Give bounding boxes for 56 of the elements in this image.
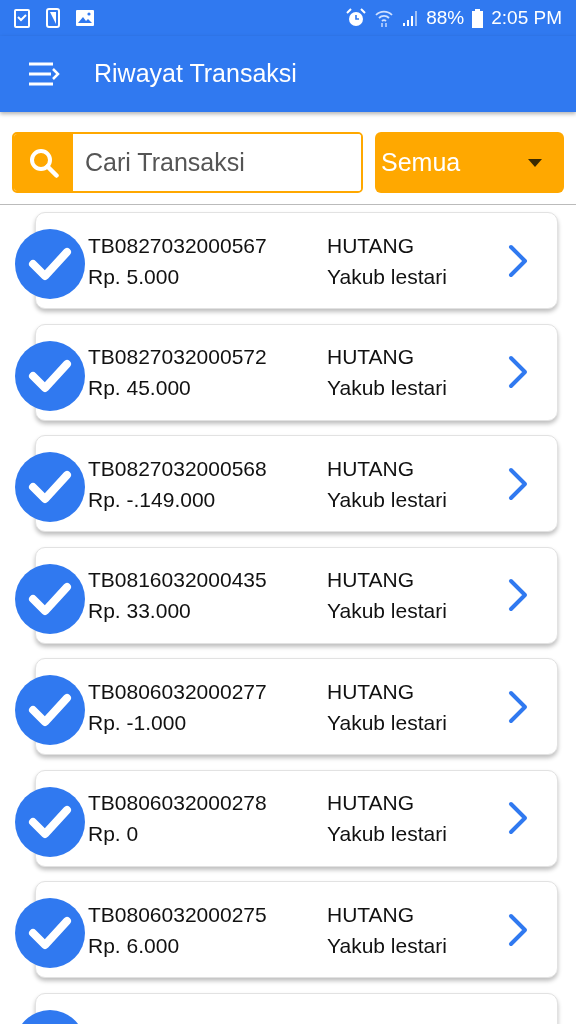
transaction-amount: Rp. 33.000 — [88, 598, 191, 624]
customer-name: Yakub lestari — [327, 263, 447, 290]
task-notification-icon — [14, 8, 30, 28]
transaction-amount: Rp. 45.000 — [88, 375, 191, 401]
transaction-code: TB0806032000278 — [88, 790, 267, 816]
wifi-icon — [374, 9, 395, 27]
transaction-type: HUTANG — [327, 455, 415, 482]
chevron-right-icon[interactable] — [508, 689, 528, 724]
chevron-right-icon[interactable] — [508, 912, 528, 947]
transaction-type: HUTANG — [327, 790, 415, 816]
chevron-right-icon[interactable] — [508, 243, 528, 278]
transaction-card[interactable]: TB0827032000568 Rp. -.149.000 HUTANG Yakub lestari — [35, 435, 558, 532]
customer-name: Yakub lestari — [327, 486, 447, 513]
transaction-code: TB0806032000277 — [88, 678, 267, 705]
image-notification-icon — [76, 10, 94, 26]
screen-title: Riwayat Transaksi — [94, 58, 297, 90]
customer-name: Yakub lestari — [327, 821, 447, 847]
transaction-type: HUTANG — [327, 567, 415, 593]
chevron-right-icon[interactable] — [508, 801, 528, 835]
transaction-type: HUTANG — [327, 344, 415, 370]
transaction-card[interactable]: TB0806032000275 Rp. 6.000 HUTANG Yakub lestari — [35, 881, 558, 978]
transaction-code: TB0827032000568 — [88, 455, 267, 482]
transaction-code: TB0827032000567 — [88, 232, 267, 259]
chevron-right-icon[interactable] — [508, 466, 528, 501]
customer-name: Yakub lestari — [327, 932, 447, 959]
transaction-code: TB0816032000435 — [88, 567, 267, 593]
transaction-code: TB0827032000572 — [88, 344, 267, 370]
chevron-right-icon[interactable] — [508, 355, 528, 389]
transaction-card[interactable]: TB0827032000572 Rp. 45.000 HUTANG Yakub lestari — [35, 323, 558, 421]
customer-name: Yakub lestari — [327, 709, 447, 736]
transaction-card[interactable]: TB0806032000278 Rp. 0 HUTANG Yakub lestari — [35, 769, 558, 867]
signal-icon — [402, 9, 419, 27]
transaction-type: HUTANG — [327, 678, 415, 705]
search-icon — [28, 147, 59, 178]
caret-icon — [528, 158, 542, 167]
transaction-card[interactable]: TB0827032000567 Rp. 5.000 HUTANG Yakub lestari — [35, 212, 558, 309]
battery-percentage: 88% — [426, 5, 465, 30]
transaction-amount: Rp. 0 — [88, 821, 139, 847]
customer-name: Yakub lestari — [327, 598, 447, 624]
customer-name: Yakub lestari — [327, 375, 447, 401]
search-field[interactable]: Cari Transaksi — [12, 132, 363, 193]
menu-icon[interactable] — [28, 62, 60, 86]
battery-icon — [472, 8, 484, 28]
transaction-type: HUTANG — [327, 232, 415, 259]
alarm-icon — [346, 8, 367, 28]
chevron-right-icon[interactable] — [508, 578, 528, 612]
clock-time: 2:05 PM — [491, 5, 562, 30]
transaction-type: HUTANG — [327, 901, 415, 928]
transaction-amount: Rp. 5.000 — [88, 263, 180, 290]
transaction-amount: Rp. -.149.000 — [88, 486, 216, 513]
phone-notification-icon — [46, 8, 60, 28]
transaction-card[interactable]: TB0816032000435 Rp. 33.000 HUTANG Yakub lestari — [35, 546, 558, 644]
transaction-code: TB0806032000275 — [88, 901, 267, 928]
transaction-amount: Rp. 6.000 — [88, 932, 180, 959]
transaction-card[interactable]: TB0806032000277 Rp. -1.000 HUTANG Yakub lestari — [35, 658, 558, 755]
transaction-amount: Rp. -1.000 — [88, 709, 187, 736]
